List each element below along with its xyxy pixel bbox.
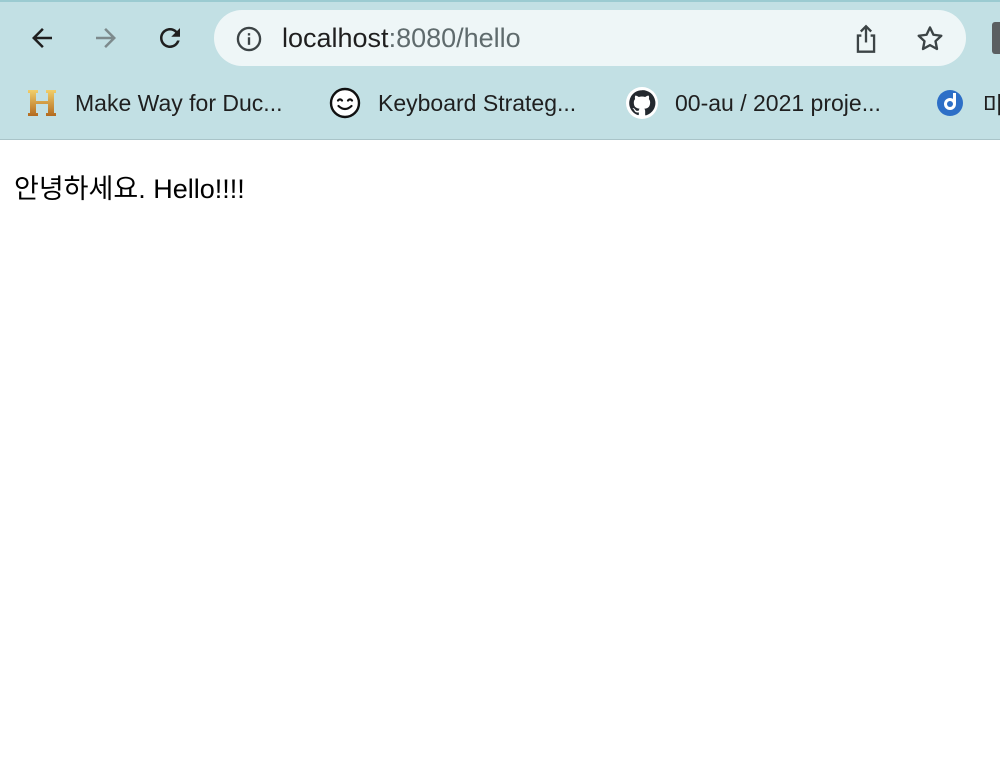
bookmarks-bar: Make Way for Duc... Keyboard Strateg... — [0, 80, 1000, 126]
bookmark-app-icon — [934, 87, 966, 119]
extension-icon-partial[interactable] — [992, 22, 1000, 54]
smiley-icon — [329, 87, 361, 119]
github-icon — [626, 87, 658, 119]
share-button[interactable] — [848, 22, 884, 56]
star-icon — [917, 26, 943, 51]
bookmark-label: 00-au / 2021 proje... — [675, 89, 881, 116]
bookmark-label: 마 — [983, 92, 1000, 118]
forward-button[interactable] — [86, 18, 126, 58]
bookmark-item[interactable]: 00-au / 2021 proje... — [626, 80, 881, 126]
site-info-button[interactable] — [234, 24, 264, 54]
bookmark-label: Make Way for Duc... — [75, 89, 283, 116]
back-arrow-icon — [32, 28, 52, 48]
bookmark-item[interactable]: 마 — [934, 80, 1000, 126]
address-bar[interactable]: localhost:8080/hello — [214, 10, 966, 66]
tab-strip-edge — [0, 0, 1000, 2]
reload-icon — [160, 28, 180, 48]
bookmark-item[interactable]: Keyboard Strateg... — [329, 80, 576, 126]
url-path: :8080/hello — [388, 23, 521, 53]
share-icon — [856, 24, 876, 53]
bookmark-star-button[interactable] — [912, 22, 948, 56]
bookmark-label: Keyboard Strateg... — [378, 89, 577, 116]
reload-button[interactable] — [150, 18, 190, 58]
url-text[interactable]: localhost:8080/hello — [282, 22, 521, 54]
history-h-icon — [26, 87, 58, 119]
browser-toolbar: localhost:8080/hello Make Way for Duc...… — [0, 0, 1000, 140]
forward-arrow-icon — [96, 28, 116, 48]
url-host: localhost — [282, 23, 389, 53]
back-button[interactable] — [22, 18, 62, 58]
bookmark-item[interactable]: Make Way for Duc... — [26, 80, 282, 126]
page-greeting-text: 안녕하세요. Hello!!!! — [14, 174, 245, 204]
info-icon — [236, 26, 262, 52]
